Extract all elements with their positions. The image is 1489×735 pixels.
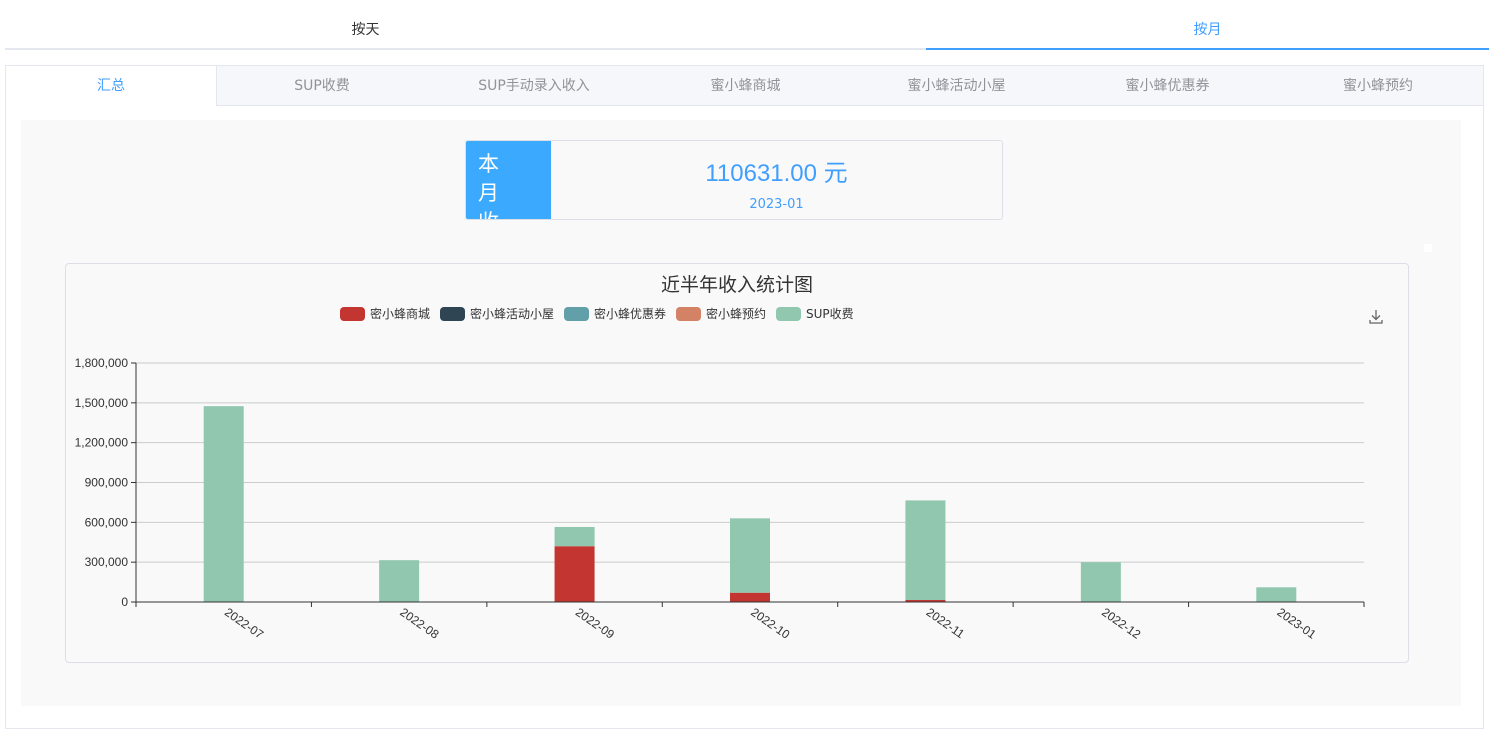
x-tick-label: 2022-07 xyxy=(222,605,266,642)
bar-segment[interactable] xyxy=(1080,562,1121,602)
tab-mall[interactable]: 蜜小蜂商城 xyxy=(640,66,851,105)
legend-label: SUP收费 xyxy=(806,307,854,321)
view-mode-tabs: 按天 按月 xyxy=(5,12,1489,50)
y-tick-label: 1,500,000 xyxy=(75,396,129,410)
y-tick-label: 1,800,000 xyxy=(75,356,129,370)
tab-activity-house[interactable]: 蜜小蜂活动小屋 xyxy=(851,66,1062,105)
legend-label: 密小蜂商城 xyxy=(370,306,430,321)
legend-item[interactable]: 密小蜂预约 xyxy=(676,306,766,321)
bar-segment[interactable] xyxy=(379,560,420,602)
bar-segment[interactable] xyxy=(730,592,770,602)
legend-label: 密小蜂预约 xyxy=(706,306,766,321)
y-tick-label: 1,200,000 xyxy=(75,436,129,450)
monthly-fee-month: 2023-01 xyxy=(749,197,804,212)
bar-segment[interactable] xyxy=(554,546,595,602)
monthly-fee-label: 本 月 收 费 xyxy=(466,141,551,219)
legend-item[interactable]: SUP收费 xyxy=(776,307,854,321)
bar-segment[interactable] xyxy=(730,518,770,593)
x-tick-label: 2022-08 xyxy=(397,605,441,642)
summary-panel: 本 月 收 费 110631.00 元 2023-01 近半年收入统计图 密小蜂… xyxy=(21,120,1461,706)
chart-bars xyxy=(203,406,1297,602)
label-line-2: 收 费 xyxy=(478,208,551,219)
tab-sup-fee[interactable]: SUP收费 xyxy=(216,66,428,105)
bar-segment[interactable] xyxy=(1256,587,1297,602)
download-icon[interactable] xyxy=(1367,307,1385,325)
label-line-1: 本 月 xyxy=(478,152,508,205)
category-tabs: 汇总 SUP收费 SUP手动录入收入 蜜小蜂商城 蜜小蜂活动小屋 蜜小蜂优惠券 … xyxy=(6,66,1483,106)
legend-swatch xyxy=(776,307,801,321)
x-tick-label: 2022-10 xyxy=(748,605,792,642)
income-chart-container: 近半年收入统计图 密小蜂商城 密小蜂活动小屋 密小蜂优惠券 密小蜂预约 SUP收费 0 3… xyxy=(65,263,1409,663)
legend-swatch xyxy=(564,307,589,321)
legend-item[interactable]: 密小蜂活动小屋 xyxy=(440,306,554,321)
x-tick-label: 2022-11 xyxy=(924,605,968,641)
legend-label: 密小蜂活动小屋 xyxy=(470,306,554,321)
legend-swatch xyxy=(340,307,365,321)
monthly-fee-amount: 110631.00 元 xyxy=(705,160,848,187)
bar-segment[interactable] xyxy=(554,526,595,547)
tab-divider xyxy=(726,48,926,50)
y-tick-label: 300,000 xyxy=(85,555,129,569)
legend-swatch xyxy=(676,307,701,321)
y-tick-label: 0 xyxy=(121,595,128,609)
y-tick-label: 900,000 xyxy=(85,476,129,490)
tab-coupon[interactable]: 蜜小蜂优惠券 xyxy=(1062,66,1273,105)
report-card: 汇总 SUP收费 SUP手动录入收入 蜜小蜂商城 蜜小蜂活动小屋 蜜小蜂优惠券 … xyxy=(5,65,1484,729)
legend-swatch xyxy=(440,307,465,321)
income-bar-chart: 近半年收入统计图 密小蜂商城 密小蜂活动小屋 密小蜂优惠券 密小蜂预约 SUP收费 0 3… xyxy=(75,274,1385,642)
tab-by-month[interactable]: 按月 xyxy=(926,12,1489,50)
chart-axes: 0 300,000 600,000 900,000 1,200,000 1,500,000… xyxy=(75,356,1365,642)
tab-by-day[interactable]: 按天 xyxy=(5,12,726,50)
y-tick-label: 600,000 xyxy=(85,515,129,529)
tab-summary[interactable]: 汇总 xyxy=(6,66,217,106)
bar-segment[interactable] xyxy=(905,500,946,601)
tab-sup-manual-income[interactable]: SUP手动录入收入 xyxy=(428,66,640,105)
x-tick-label: 2022-12 xyxy=(1099,605,1143,642)
x-tick-label: 2022-09 xyxy=(573,605,617,642)
tab-reservation[interactable]: 蜜小蜂预约 xyxy=(1273,66,1483,105)
x-tick-label: 2023-01 xyxy=(1275,605,1319,642)
bar-segment[interactable] xyxy=(203,406,244,602)
decorative-dot xyxy=(1424,244,1432,252)
monthly-fee-card: 本 月 收 费 110631.00 元 2023-01 xyxy=(465,140,1003,220)
chart-legend: 密小蜂商城 密小蜂活动小屋 密小蜂优惠券 密小蜂预约 SUP收费 xyxy=(340,306,854,321)
chart-title: 近半年收入统计图 xyxy=(661,274,813,296)
legend-item[interactable]: 密小蜂商城 xyxy=(340,306,430,321)
legend-item[interactable]: 密小蜂优惠券 xyxy=(564,306,666,321)
legend-label: 密小蜂优惠券 xyxy=(594,306,666,321)
